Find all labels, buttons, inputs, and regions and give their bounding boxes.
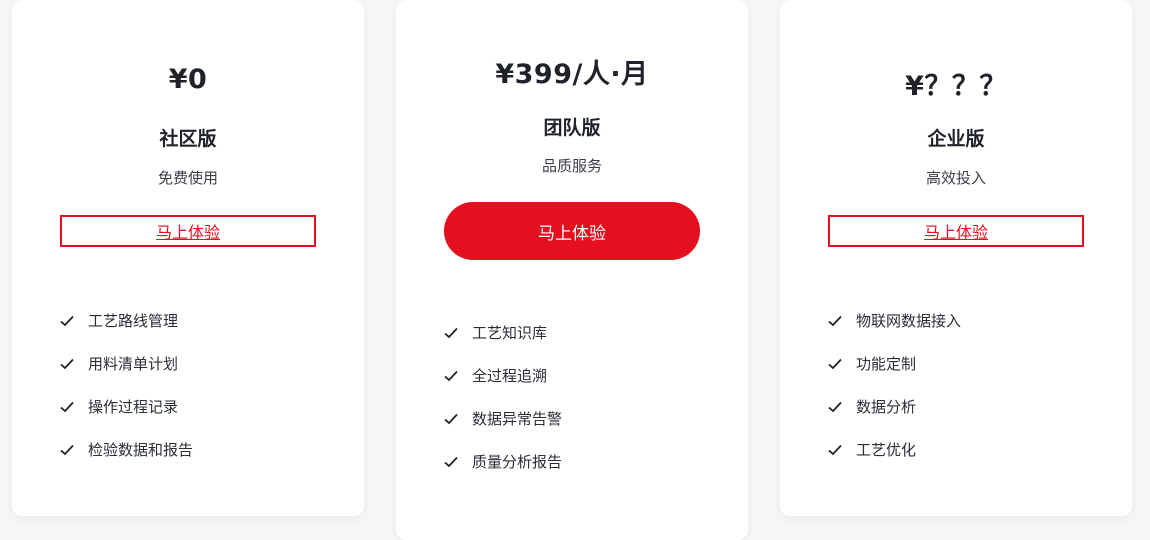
- try-now-button[interactable]: 马上体验: [444, 202, 700, 260]
- feature-item: 用料清单计划: [60, 342, 193, 385]
- feature-item: 质量分析报告: [444, 440, 562, 483]
- plan-card-team: ¥399/人·月 团队版 品质服务 马上体验 工艺知识库 全过程追溯 数据异常告…: [396, 0, 748, 540]
- feature-label: 质量分析报告: [472, 453, 563, 471]
- plan-description: 品质服务: [541, 157, 602, 175]
- plan-name: 企业版: [927, 128, 985, 150]
- feature-list: 物联网数据接入 功能定制 数据分析 工艺优化: [828, 299, 961, 471]
- plan-name: 团队版: [543, 117, 601, 139]
- feature-item: 全过程追溯: [444, 354, 562, 397]
- plan-price: ¥？？？: [905, 71, 1007, 102]
- try-now-button[interactable]: 马上体验: [60, 215, 316, 247]
- checkmark-icon: [828, 401, 842, 412]
- feature-item: 数据异常告警: [444, 397, 562, 440]
- feature-label: 物联网数据接入: [856, 312, 962, 330]
- feature-label: 检验数据和报告: [88, 441, 194, 459]
- feature-item: 工艺路线管理: [60, 299, 193, 342]
- plan-card-community: ¥0 社区版 免费使用 马上体验 工艺路线管理 用料清单计划 操作过程记录 检验…: [12, 0, 364, 516]
- checkmark-icon: [60, 315, 74, 326]
- feature-label: 工艺路线管理: [88, 312, 179, 330]
- checkmark-icon: [444, 456, 458, 467]
- checkmark-icon: [828, 315, 842, 326]
- feature-label: 数据分析: [856, 398, 917, 416]
- feature-item: 检验数据和报告: [60, 428, 193, 471]
- feature-label: 全过程追溯: [472, 367, 548, 385]
- feature-label: 操作过程记录: [88, 398, 179, 416]
- feature-item: 工艺优化: [828, 428, 961, 471]
- checkmark-icon: [60, 358, 74, 369]
- plan-price: ¥399/人·月: [495, 59, 649, 90]
- feature-item: 数据分析: [828, 385, 961, 428]
- feature-label: 工艺知识库: [472, 324, 548, 342]
- checkmark-icon: [444, 413, 458, 424]
- plan-name: 社区版: [159, 128, 217, 150]
- feature-label: 功能定制: [856, 355, 917, 373]
- plan-card-enterprise: ¥？？？ 企业版 高效投入 马上体验 物联网数据接入 功能定制 数据分析 工艺优…: [780, 0, 1132, 516]
- plan-price: ¥0: [168, 64, 208, 95]
- feature-item: 功能定制: [828, 342, 961, 385]
- feature-item: 物联网数据接入: [828, 299, 961, 342]
- feature-list: 工艺路线管理 用料清单计划 操作过程记录 检验数据和报告: [60, 299, 193, 471]
- feature-item: 工艺知识库: [444, 311, 562, 354]
- feature-list: 工艺知识库 全过程追溯 数据异常告警 质量分析报告: [444, 311, 562, 483]
- plan-description: 免费使用: [157, 169, 218, 187]
- checkmark-icon: [60, 401, 74, 412]
- plan-description: 高效投入: [925, 169, 986, 187]
- checkmark-icon: [828, 444, 842, 455]
- feature-item: 操作过程记录: [60, 385, 193, 428]
- checkmark-icon: [828, 358, 842, 369]
- checkmark-icon: [444, 327, 458, 338]
- try-now-button[interactable]: 马上体验: [828, 215, 1084, 247]
- feature-label: 工艺优化: [856, 441, 917, 459]
- feature-label: 数据异常告警: [472, 410, 563, 428]
- checkmark-icon: [60, 444, 74, 455]
- feature-label: 用料清单计划: [88, 355, 179, 373]
- checkmark-icon: [444, 370, 458, 381]
